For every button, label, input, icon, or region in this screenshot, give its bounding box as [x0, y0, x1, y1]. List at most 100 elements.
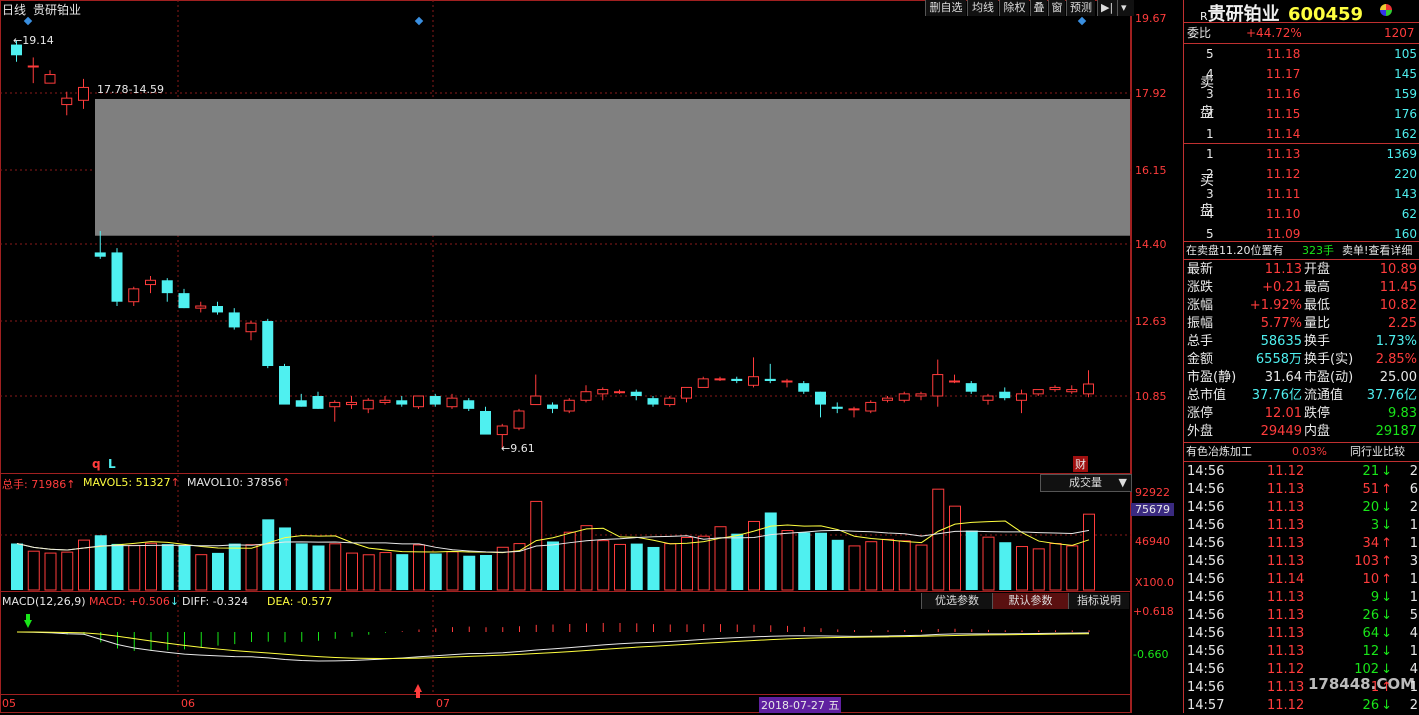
- stat-label: 换手(实): [1304, 352, 1354, 367]
- stat-label: 金额: [1187, 352, 1214, 367]
- candle-body: [396, 400, 408, 405]
- sell-level[interactable]: 3 11.16 159: [1184, 85, 1419, 103]
- indicator-dropdown[interactable]: 成交量 ▼: [1040, 474, 1132, 492]
- stat-value: 6558万: [1255, 352, 1302, 367]
- toolbar-btn-3[interactable]: 叠: [1030, 0, 1047, 16]
- toolbar-btn-2[interactable]: 除权: [999, 0, 1029, 16]
- volume-bar: [295, 543, 308, 590]
- candle-body: [1032, 389, 1044, 395]
- sell-level[interactable]: 5 11.18 105: [1184, 45, 1419, 63]
- tick-time: 14:56: [1187, 680, 1225, 695]
- level-price: 11.14: [1266, 127, 1301, 141]
- tick-time: 14:56: [1187, 518, 1225, 533]
- volume-bar: [630, 543, 643, 590]
- period-label[interactable]: 日线: [2, 1, 26, 18]
- stat-value: 29449: [1260, 424, 1302, 439]
- volume-bar: [547, 541, 559, 590]
- candle-body: [94, 252, 106, 257]
- macd-btn-2[interactable]: 指标说明: [1068, 593, 1129, 609]
- quote-panel: R贵研铂业 600459 委比 +44.72% 1207 卖盘 买盘 在卖盘11…: [1183, 0, 1419, 713]
- volume-bar: [798, 532, 811, 590]
- level-volume: 105: [1394, 47, 1417, 61]
- tick-price: 11.13: [1267, 500, 1305, 515]
- stat-value: 9.83: [1388, 406, 1417, 421]
- level-number: 3: [1206, 87, 1214, 101]
- macd-btn-1[interactable]: 默认参数: [992, 593, 1068, 609]
- level-number: 2: [1206, 167, 1214, 181]
- tick-count: 2: [1409, 698, 1418, 713]
- sell-level[interactable]: 4 11.17 145: [1184, 65, 1419, 83]
- stat-value: 5.77%: [1260, 316, 1302, 331]
- arrow-down-icon: ↓: [1381, 608, 1392, 623]
- volume-bar: [999, 542, 1012, 590]
- finance-marker[interactable]: 财: [1073, 456, 1088, 472]
- level-volume: 1369: [1386, 147, 1417, 161]
- candle-body: [413, 395, 424, 408]
- volume-bar: [614, 543, 626, 591]
- level-price: 11.13: [1266, 147, 1301, 161]
- volume-bar: [429, 553, 442, 590]
- volume-bar: [195, 554, 208, 591]
- volume-bar: [647, 546, 660, 590]
- volume-bar: [128, 544, 141, 591]
- sell-level[interactable]: 2 11.15 176: [1184, 105, 1419, 123]
- level-number: 5: [1206, 47, 1214, 61]
- toolbar-btn-1[interactable]: 均线: [967, 0, 998, 16]
- level-number: 2: [1206, 107, 1214, 121]
- macd-axis-label: +0.618: [1133, 605, 1174, 618]
- tick-price: 11.13: [1267, 518, 1305, 533]
- candle-body: [195, 305, 207, 309]
- candle-body: [111, 252, 123, 302]
- candle-body: [329, 401, 341, 408]
- candle-body: [865, 401, 877, 412]
- sector-row[interactable]: 有色冶炼加工 0.03% 同行业比较: [1184, 443, 1419, 461]
- buy-level[interactable]: 4 11.10 62: [1184, 205, 1419, 223]
- buy-level[interactable]: 3 11.11 143: [1184, 185, 1419, 203]
- tick-time: 14:56: [1187, 554, 1225, 569]
- level-volume: 143: [1394, 187, 1417, 201]
- level-volume: 62: [1401, 207, 1417, 221]
- time-axis-label: 06: [181, 697, 195, 710]
- tick-volume-value: 3: [1370, 518, 1380, 533]
- volume-bar: [178, 545, 191, 590]
- tick-price: 11.13: [1267, 482, 1305, 497]
- volume-axis-label: 46940: [1135, 535, 1170, 548]
- candle-body: [999, 391, 1011, 399]
- candle-body: [731, 378, 743, 381]
- buy-level[interactable]: 5 11.09 160: [1184, 225, 1419, 243]
- volume-bar: [161, 544, 174, 590]
- gap-range-label: 17.78-14.59: [97, 83, 164, 96]
- candle-body: [379, 399, 391, 403]
- tick-volume: 10 ↑: [1363, 571, 1392, 589]
- volume-bar: [848, 545, 861, 591]
- toolbar-btn-4[interactable]: 窗: [1048, 0, 1065, 16]
- collapse-panel-icon[interactable]: ▶|: [1097, 0, 1118, 16]
- buy-level[interactable]: 1 11.13 1369: [1184, 145, 1419, 163]
- sell-level[interactable]: 1 11.14 162: [1184, 125, 1419, 143]
- candle-body: [748, 376, 759, 386]
- time-axis-label: 05: [2, 697, 16, 710]
- arrow-up-icon: ↑: [1381, 554, 1392, 569]
- stat-value: 58635: [1260, 334, 1302, 349]
- level-price: 11.15: [1266, 107, 1301, 121]
- tick-volume-value: 21: [1362, 464, 1380, 479]
- stat-row: 总市值 37.76亿 流通值 37.76亿: [1184, 387, 1419, 405]
- volume-bar: [480, 554, 492, 590]
- marker-q[interactable]: q: [92, 457, 101, 471]
- candle-body: [1083, 383, 1094, 395]
- stat-value: 25.00: [1379, 370, 1417, 385]
- toolbar-btn-5[interactable]: 预测: [1066, 0, 1095, 16]
- toolbar-btn-0[interactable]: 删自选: [925, 0, 966, 16]
- level-number: 4: [1206, 207, 1214, 221]
- buy-level[interactable]: 2 11.12 220: [1184, 165, 1419, 183]
- candle-body: [965, 383, 977, 392]
- tick-price: 11.12: [1267, 464, 1305, 479]
- event-marker-icon: [1077, 16, 1087, 26]
- color-wheel-icon[interactable]: [1380, 4, 1392, 16]
- sell-signal-icon: [24, 614, 32, 628]
- big-order-notice[interactable]: 在卖盘11.20位置有 323手 卖单!查看详细: [1184, 242, 1419, 260]
- dropdown-arrow-icon[interactable]: ▾: [1117, 0, 1134, 16]
- macd-btn-0[interactable]: 优选参数: [921, 593, 992, 609]
- marker-l[interactable]: L: [108, 457, 116, 471]
- level-volume: 176: [1394, 107, 1417, 121]
